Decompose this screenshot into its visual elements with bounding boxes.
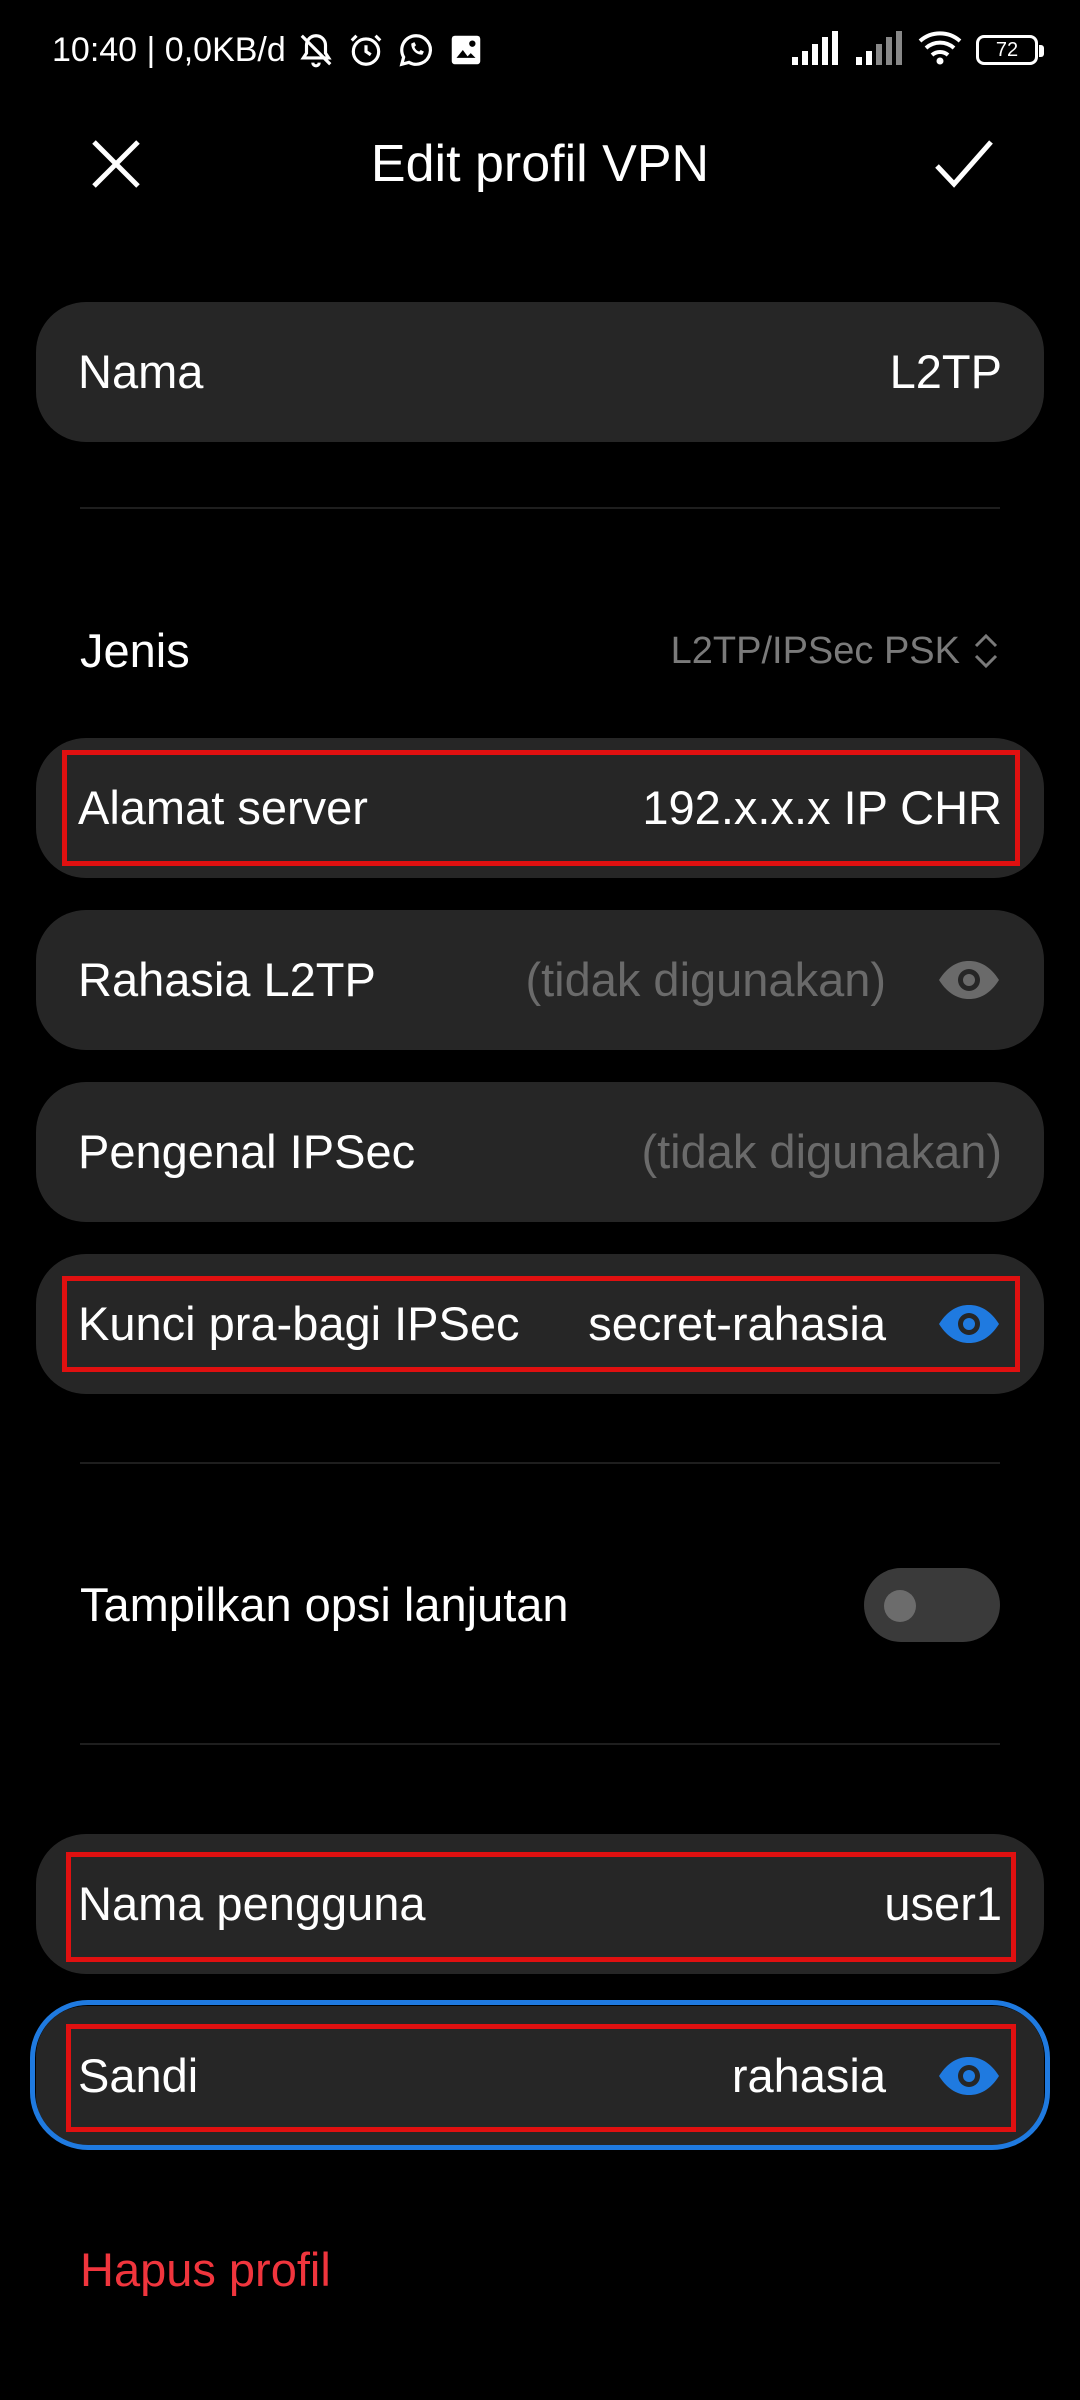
eye-icon[interactable] (936, 1302, 1002, 1346)
name-label: Nama (78, 345, 204, 398)
header: Edit profil VPN (0, 100, 1080, 220)
signal-icon (790, 30, 840, 70)
eye-icon[interactable] (936, 958, 1002, 1002)
password-value[interactable]: rahasia (732, 2006, 886, 2146)
wifi-icon (918, 30, 962, 70)
signal-icon (854, 30, 904, 70)
username-label: Nama pengguna (78, 1877, 426, 1930)
check-icon (935, 140, 993, 188)
status-bar: 10:40 | 0,0KB/d 72 (0, 0, 1080, 100)
l2tp-secret-label: Rahasia L2TP (78, 953, 376, 1006)
page-title: Edit profil VPN (370, 135, 710, 193)
advanced-options-row[interactable]: Tampilkan opsi lanjutan (0, 1550, 1080, 1660)
name-field[interactable]: Nama L2TP (36, 302, 1044, 442)
battery-icon: 72 (976, 35, 1044, 65)
status-right: 72 (790, 26, 1044, 74)
password-label: Sandi (78, 2049, 199, 2102)
advanced-options-label: Tampilkan opsi lanjutan (80, 1578, 569, 1631)
whatsapp-icon (396, 30, 436, 70)
ipsec-psk-value[interactable]: secret-rahasia (588, 1254, 886, 1394)
divider (80, 1462, 1000, 1464)
type-value: L2TP/IPSec PSK (670, 630, 960, 672)
mute-bell-icon (296, 30, 336, 70)
ipsec-psk-field[interactable]: Kunci pra-bagi IPSec secret-rahasia (36, 1254, 1044, 1394)
ipsec-psk-label: Kunci pra-bagi IPSec (78, 1297, 520, 1350)
advanced-options-toggle[interactable] (864, 1568, 1000, 1642)
username-value[interactable]: user1 (884, 1834, 1002, 1974)
type-selector[interactable]: Jenis L2TP/IPSec PSK (0, 596, 1080, 706)
battery-level: 72 (995, 38, 1019, 61)
updown-chevron-icon (974, 633, 998, 669)
type-value-wrap: L2TP/IPSec PSK (671, 596, 1000, 706)
status-left: 10:40 | 0,0KB/d (52, 26, 486, 74)
server-address-field[interactable]: Alamat server 192.x.x.x IP CHR (36, 738, 1044, 878)
l2tp-secret-field[interactable]: Rahasia L2TP (tidak digunakan) (36, 910, 1044, 1050)
divider (80, 507, 1000, 509)
ipsec-id-placeholder[interactable]: (tidak digunakan) (641, 1082, 1002, 1222)
eye-icon[interactable] (936, 2054, 1002, 2098)
save-button[interactable] (928, 128, 1000, 200)
ipsec-id-label: Pengenal IPSec (78, 1125, 416, 1178)
name-value[interactable]: L2TP (890, 302, 1002, 442)
ipsec-id-field[interactable]: Pengenal IPSec (tidak digunakan) (36, 1082, 1044, 1222)
toggle-knob (884, 1590, 916, 1622)
image-icon (446, 30, 486, 70)
l2tp-secret-placeholder[interactable]: (tidak digunakan) (525, 910, 886, 1050)
server-address-value[interactable]: 192.x.x.x IP CHR (642, 738, 1002, 878)
alarm-icon (346, 30, 386, 70)
status-time-info: 10:40 | 0,0KB/d (52, 30, 286, 69)
password-field[interactable]: Sandi rahasia (36, 2006, 1044, 2146)
server-address-label: Alamat server (78, 781, 368, 834)
username-field[interactable]: Nama pengguna user1 (36, 1834, 1044, 1974)
type-label: Jenis (80, 624, 190, 677)
delete-profile-button[interactable]: Hapus profil (80, 2230, 331, 2310)
divider (80, 1743, 1000, 1745)
